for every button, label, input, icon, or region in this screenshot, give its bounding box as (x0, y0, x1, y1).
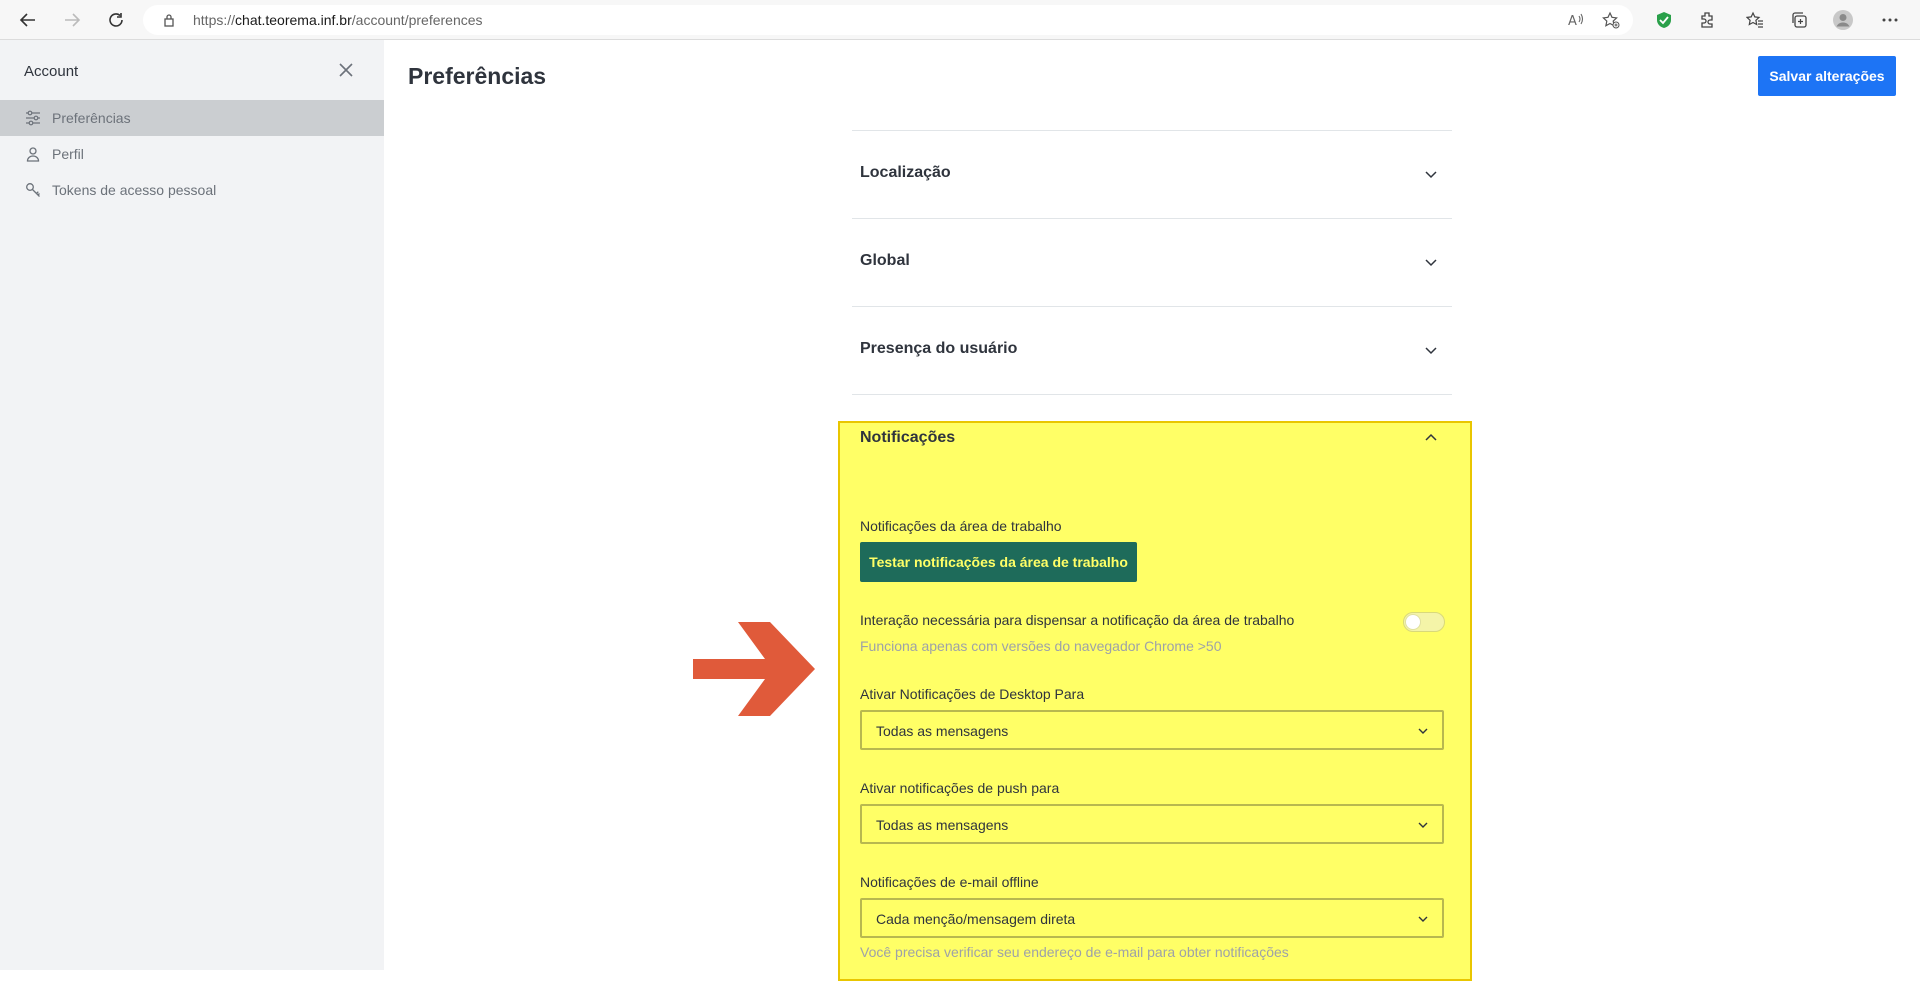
extensions-icon[interactable] (1695, 8, 1719, 32)
section-localizacao[interactable]: Localização (852, 130, 1452, 218)
url-text[interactable]: https://chat.teorema.inf.br/account/pref… (193, 12, 483, 28)
lock-icon[interactable] (162, 13, 176, 32)
sliders-icon (25, 110, 41, 126)
page-title: Preferências (408, 63, 547, 89)
favorites-icon[interactable] (1743, 8, 1767, 32)
select-value: Cada menção/mensagem direta (876, 911, 1076, 927)
account-sidebar: Account Preferências Perfil Tokens de ac… (0, 40, 384, 970)
select-value: Todas as mensagens (876, 817, 1009, 833)
section-global[interactable]: Global (852, 218, 1452, 306)
arrow-icon (693, 622, 815, 716)
interaction-required-hint: Funciona apenas com versões do navegador… (860, 638, 1222, 654)
profile-avatar-icon[interactable] (1831, 8, 1855, 32)
section-title: Localização (860, 164, 951, 181)
sidebar-title: Account (24, 63, 79, 80)
desktop-for-select[interactable]: Todas as mensagens (860, 710, 1444, 750)
section-title: Presença do usuário (860, 340, 1018, 357)
chevron-down-icon (1423, 166, 1439, 182)
divider (852, 394, 1452, 395)
more-icon[interactable] (1878, 8, 1902, 32)
select-value: Todas as mensagens (876, 723, 1009, 739)
email-offline-hint: Você precisa verificar seu endereço de e… (860, 944, 1289, 960)
shield-icon[interactable] (1652, 8, 1676, 32)
toggle-knob (1405, 614, 1421, 630)
chevron-down-icon (1423, 342, 1439, 358)
browser-toolbar: https://chat.teorema.inf.br/account/pref… (0, 0, 1920, 40)
collections-icon[interactable] (1787, 8, 1811, 32)
section-presenca[interactable]: Presença do usuário (852, 306, 1452, 394)
read-aloud-icon[interactable]: A (1567, 11, 1585, 34)
chevron-down-icon (1416, 724, 1430, 738)
favorite-add-icon[interactable] (1602, 11, 1620, 34)
reload-icon[interactable] (102, 6, 130, 34)
sidebar-item-label: Perfil (52, 146, 84, 162)
chevron-down-icon (1423, 254, 1439, 270)
desktop-notifications-label: Notificações da área de trabalho (860, 518, 1062, 534)
desktop-for-label: Ativar Notificações de Desktop Para (860, 686, 1085, 702)
push-label: Ativar notificações de push para (860, 780, 1060, 796)
sidebar-item-perfil[interactable]: Perfil (0, 136, 384, 172)
sidebar-item-tokens[interactable]: Tokens de acesso pessoal (0, 172, 384, 208)
interaction-required-label: Interação necessária para dispensar a no… (860, 612, 1295, 628)
back-icon[interactable] (14, 6, 42, 34)
email-offline-label: Notificações de e-mail offline (860, 874, 1039, 890)
svg-text:A: A (1568, 14, 1577, 29)
test-desktop-notifications-button[interactable]: Testar notificações da área de trabalho (860, 542, 1137, 582)
save-button[interactable]: Salvar alterações (1758, 56, 1896, 96)
section-title: Global (860, 252, 910, 269)
key-icon (25, 182, 41, 198)
sidebar-item-label: Tokens de acesso pessoal (52, 182, 217, 198)
address-bar[interactable]: https://chat.teorema.inf.br/account/pref… (143, 5, 1633, 35)
chevron-down-icon (1416, 818, 1430, 832)
user-icon (25, 146, 41, 162)
chevron-up-icon[interactable] (1423, 430, 1439, 446)
push-select[interactable]: Todas as mensagens (860, 804, 1444, 844)
close-icon[interactable] (336, 60, 356, 80)
sidebar-item-preferencias[interactable]: Preferências (0, 100, 384, 136)
section-notificacoes-title[interactable]: Notificações (860, 429, 955, 447)
forward-icon[interactable] (58, 6, 86, 34)
chevron-down-icon (1416, 912, 1430, 926)
email-offline-select[interactable]: Cada menção/mensagem direta (860, 898, 1444, 938)
interaction-required-toggle[interactable] (1403, 612, 1445, 632)
sidebar-item-label: Preferências (52, 110, 131, 126)
